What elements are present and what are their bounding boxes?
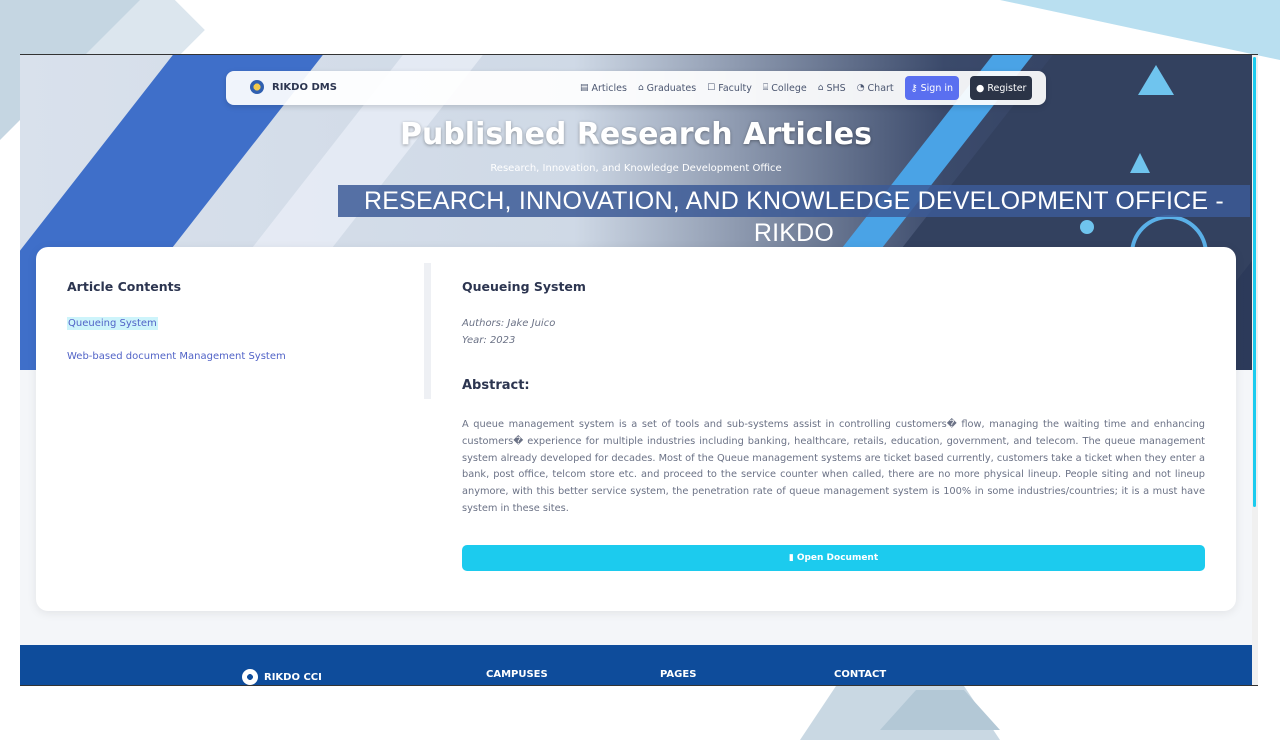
rikdo-logo-icon <box>250 80 264 94</box>
nav-link-chart[interactable]: ◔ Chart <box>857 76 894 100</box>
nav-link-shs[interactable]: ⌂ SHS <box>818 76 846 100</box>
school-icon: ⌂ <box>817 83 824 93</box>
scrollbar-thumb[interactable] <box>1253 57 1256 507</box>
nav-link-articles[interactable]: ▤ Articles <box>580 76 627 100</box>
nav-link-label: Faculty <box>718 82 752 94</box>
brand-name: RIKDO DMS <box>272 81 337 93</box>
article-authors: Authors: Jake Juico <box>462 318 556 329</box>
browser-viewport: RIKDO DMS ▤ Articles ⌂ Graduates ☐ Facul… <box>20 54 1258 686</box>
article-year: Year: 2023 <box>462 335 516 346</box>
footer-campuses-heading: CAMPUSES <box>486 669 548 680</box>
footer-brand-label: RIKDO CCI <box>264 671 322 683</box>
key-icon: ⚷ <box>910 82 918 94</box>
chalkboard-icon: ☐ <box>707 83 716 93</box>
open-document-button[interactable]: ▮ Open Document <box>462 545 1205 571</box>
article-contents-sidebar: Article Contents Queueing System Web-bas… <box>36 247 424 399</box>
register-button[interactable]: ● Register <box>970 76 1033 100</box>
nav-link-college[interactable]: ⌸ College <box>763 76 807 100</box>
column-divider <box>424 263 431 399</box>
rikdo-logo-icon <box>242 669 258 685</box>
nav-link-label: College <box>771 82 807 94</box>
page-scrollbar[interactable] <box>1252 55 1258 685</box>
site-footer: RIKDO CCI CAMPUSES PAGES CONTACT <box>20 645 1252 685</box>
footer-contact-heading: CONTACT <box>834 669 887 680</box>
abstract-heading: Abstract: <box>462 378 530 393</box>
nav-link-label: Graduates <box>646 82 697 94</box>
sidebar-item-document-management-system[interactable]: Web-based document Management System <box>67 351 286 362</box>
nav-link-label: SHS <box>826 82 846 94</box>
footer-pages-heading: PAGES <box>660 669 697 680</box>
slide-decoration <box>1000 0 1280 60</box>
nav-link-faculty[interactable]: ☐ Faculty <box>707 76 752 100</box>
article-title: Queueing System <box>462 279 586 294</box>
user-circle-icon: ● <box>976 82 985 94</box>
brand[interactable]: RIKDO DMS <box>250 80 337 94</box>
abstract-text: A queue management system is a set of to… <box>462 419 1205 514</box>
footer-brand: RIKDO CCI <box>242 669 322 685</box>
top-navbar: RIKDO DMS ▤ Articles ⌂ Graduates ☐ Facul… <box>226 71 1046 105</box>
book-icon: ▤ <box>580 83 589 93</box>
file-icon: ▮ <box>788 553 794 563</box>
article-card: Article Contents Queueing System Web-bas… <box>36 247 1236 611</box>
hero-decor-triangle <box>1138 65 1174 95</box>
nav-link-graduates[interactable]: ⌂ Graduates <box>638 76 696 100</box>
page-subtitle: Research, Innovation, and Knowledge Deve… <box>490 163 782 174</box>
register-label: Register <box>987 82 1027 94</box>
page-title: Published Research Articles <box>399 117 873 152</box>
sidebar-title: Article Contents <box>67 279 182 294</box>
sign-in-label: Sign in <box>920 82 954 94</box>
graduation-cap-icon: ⌂ <box>637 83 644 93</box>
sign-in-button[interactable]: ⚷ Sign in <box>904 76 960 100</box>
office-banner: RESEARCH, INNOVATION, AND KNOWLEDGE DEVE… <box>338 185 1250 247</box>
sidebar-item-queueing-system[interactable]: Queueing System <box>67 317 158 330</box>
open-document-label: Open Document <box>796 553 879 563</box>
pie-chart-icon: ◔ <box>856 83 865 93</box>
hero-decor-circle <box>1080 220 1094 234</box>
nav-link-label: Articles <box>591 82 627 94</box>
nav-links: ▤ Articles ⌂ Graduates ☐ Faculty ⌸ Colle… <box>580 76 1033 100</box>
institution-icon: ⌸ <box>762 83 769 93</box>
nav-link-label: Chart <box>867 82 894 94</box>
